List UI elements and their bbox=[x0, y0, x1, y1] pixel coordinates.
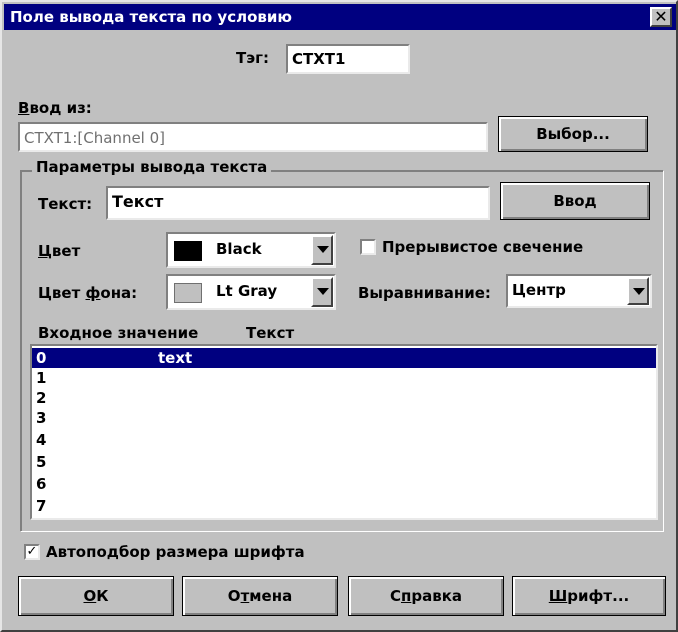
bg-color-label: Цвет фона: bbox=[38, 284, 138, 302]
list-item[interactable]: 6 bbox=[32, 474, 656, 494]
color-select[interactable]: Black bbox=[166, 232, 336, 268]
list-item[interactable]: 1 bbox=[32, 368, 656, 388]
column-text: Текст bbox=[246, 324, 295, 342]
enter-button[interactable]: Ввод bbox=[500, 182, 650, 220]
align-label: Выравнивание: bbox=[358, 284, 491, 302]
list-item[interactable]: 7 bbox=[32, 496, 656, 516]
text-params-title: Параметры вывода текста bbox=[32, 158, 272, 176]
blink-checkbox[interactable] bbox=[360, 239, 376, 255]
help-button[interactable]: Сп равка bbox=[348, 576, 504, 616]
color-value: Black bbox=[216, 240, 262, 258]
autofit-checkbox[interactable]: ✓ bbox=[24, 544, 40, 560]
choose-button[interactable]: Выбор... bbox=[498, 116, 648, 152]
input-from-field[interactable]: CTXT1:[Channel 0] bbox=[18, 122, 488, 152]
blink-label: Прерывистое свечение bbox=[382, 238, 584, 256]
tag-input[interactable]: CTXT1 bbox=[286, 44, 410, 74]
autofit-label: Автоподбор размера шрифта bbox=[46, 543, 305, 561]
close-icon: ✕ bbox=[654, 7, 668, 26]
bg-color-swatch bbox=[174, 283, 202, 303]
align-value: Центр bbox=[512, 281, 566, 299]
ok-button[interactable]: ОК bbox=[18, 576, 174, 616]
close-button[interactable]: ✕ bbox=[650, 7, 672, 27]
text-label: Текст: bbox=[38, 195, 93, 213]
input-from-label: Ввод из: bbox=[18, 99, 92, 117]
cancel-button[interactable]: От мена bbox=[182, 576, 338, 616]
check-icon: ✓ bbox=[26, 544, 38, 559]
value-text-list[interactable]: 0 text 1 2 3 4 5 6 7 bbox=[30, 344, 658, 520]
color-swatch bbox=[174, 241, 202, 261]
list-item[interactable]: 2 bbox=[32, 388, 656, 408]
bg-color-select[interactable]: Lt Gray bbox=[166, 274, 336, 310]
bg-color-dropdown-button[interactable] bbox=[311, 277, 333, 307]
column-input-value: Входное значение bbox=[38, 324, 199, 342]
list-item[interactable]: 3 bbox=[32, 408, 656, 428]
list-item[interactable]: 5 bbox=[32, 452, 656, 472]
font-button[interactable]: Шрифт... bbox=[512, 576, 666, 616]
bg-color-value: Lt Gray bbox=[216, 282, 278, 300]
color-label: Цвет bbox=[38, 242, 81, 260]
list-item[interactable]: 0 text bbox=[32, 348, 656, 368]
text-input[interactable]: Текст bbox=[106, 186, 490, 220]
dialog-window: Поле вывода текста по условию ✕ Тэг: CTX… bbox=[0, 0, 678, 632]
title-bar: Поле вывода текста по условию ✕ bbox=[4, 4, 676, 30]
tag-label: Тэг: bbox=[236, 49, 269, 67]
align-select[interactable]: Центр bbox=[506, 274, 652, 308]
color-dropdown-button[interactable] bbox=[311, 235, 333, 265]
align-dropdown-button[interactable] bbox=[627, 277, 649, 305]
list-item[interactable]: 4 bbox=[32, 430, 656, 450]
window-title: Поле вывода текста по условию bbox=[10, 8, 292, 26]
